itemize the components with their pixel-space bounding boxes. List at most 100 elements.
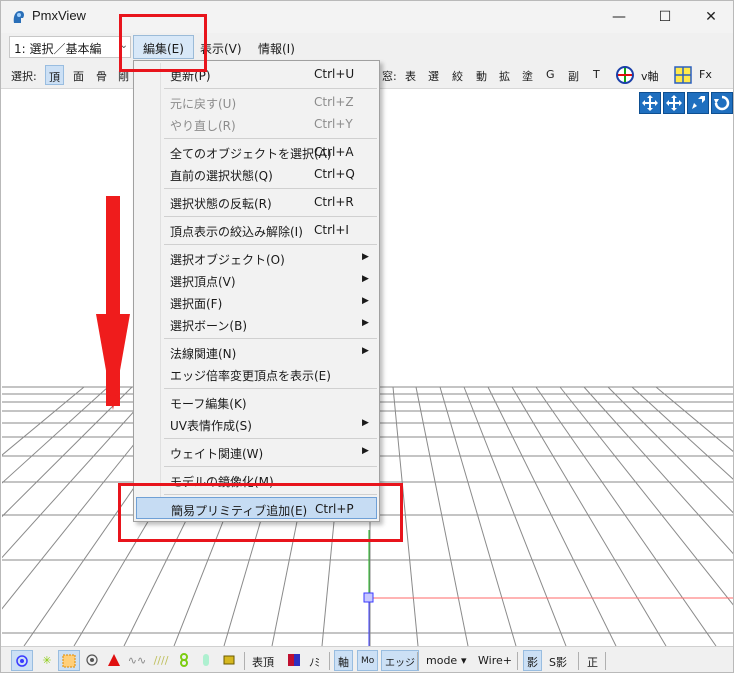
menu-item-invert-selection[interactable]: 選択状態の反転(R) Ctrl+R: [136, 191, 377, 213]
submenu-arrow-icon: ▶: [362, 418, 369, 428]
front-view-button[interactable]: 正: [587, 654, 598, 670]
red-triangle-icon[interactable]: [106, 652, 122, 668]
menu-item-label: 直前の選択状態(Q): [170, 169, 273, 183]
menu-item-label: 選択ボーン(B): [170, 319, 247, 333]
grid-color-icon[interactable]: [673, 65, 693, 85]
select-bone-toggle[interactable]: 骨: [96, 68, 107, 84]
submenu-arrow-icon: ▶: [362, 296, 369, 306]
vertex-display-label[interactable]: 表頂: [252, 654, 274, 670]
wire-toggle[interactable]: Wire+: [478, 654, 512, 667]
menu-separator: [164, 138, 377, 139]
menu-separator: [164, 88, 377, 89]
axis-toggle[interactable]: 軸: [334, 650, 353, 671]
title-bar: PmxView — ☐ ✕: [1, 1, 733, 33]
menu-separator: [164, 388, 377, 389]
menu-bar: 1: 選択／基本編 ⌄ 編集(E) 表示(V) 情報(I): [1, 33, 733, 61]
menu-item-label: エッジ倍率変更頂点を表示(E): [170, 369, 331, 383]
hatch-icon[interactable]: ////: [153, 652, 169, 668]
close-button[interactable]: ✕: [688, 1, 733, 33]
fx-button[interactable]: Fx: [699, 68, 712, 81]
select-vertex-toggle[interactable]: 頂: [45, 65, 64, 85]
mode-dropdown[interactable]: mode: [426, 654, 457, 667]
axis-gizmo-icon[interactable]: [615, 65, 635, 85]
separator: [605, 652, 606, 670]
menu-item-selected-bone[interactable]: 選択ボーン(B) ▶: [136, 313, 377, 335]
menu-item-redo[interactable]: やり直し(R) Ctrl+Y: [136, 113, 377, 135]
window-t-button[interactable]: T: [593, 68, 600, 81]
menu-separator: [164, 466, 377, 467]
annotation-box-add-primitive: [118, 483, 403, 542]
menu-item-clear-vertex-filter[interactable]: 頂点表示の絞込み解除(I) Ctrl+I: [136, 219, 377, 241]
mirror-toggle[interactable]: ﾉﾐ: [309, 654, 320, 670]
menu-item-weight[interactable]: ウェイト関連(W) ▶: [136, 441, 377, 463]
menu-item-label: 選択オブジェクト(O): [170, 253, 285, 267]
window-select-button[interactable]: 選: [428, 68, 439, 84]
bottom-toolbar: ✳ ∿∿ //// 表頂 ﾉﾐ 軸 Mo エッジ mode ▾ Wire+ 影 …: [1, 646, 733, 672]
mo-toggle[interactable]: Mo: [357, 650, 379, 671]
v-axis-button[interactable]: v軸: [641, 68, 659, 84]
menu-item-previous-selection[interactable]: 直前の選択状態(Q) Ctrl+Q: [136, 163, 377, 185]
menu-item-selected-face[interactable]: 選択面(F) ▶: [136, 291, 377, 313]
mode-select[interactable]: 1: 選択／基本編 ⌄: [9, 36, 131, 58]
menu-item-label: モーフ編集(K): [170, 397, 247, 411]
color-swatch-icon[interactable]: [286, 652, 302, 668]
tilt-view-button[interactable]: [687, 92, 709, 114]
edit-menu-dropdown: 更新(P) Ctrl+U 元に戻す(U) Ctrl+Z やり直し(R) Ctrl…: [133, 60, 380, 522]
menu-item-morph-edit[interactable]: モーフ編集(K): [136, 391, 377, 413]
rotate-view-button[interactable]: [711, 92, 733, 114]
menu-item-label: 頂点表示の絞込み解除(I): [170, 225, 303, 239]
window-move-button[interactable]: 動: [476, 68, 487, 84]
edge-toggle[interactable]: エッジ: [381, 650, 419, 671]
menu-item-show-edge-vertices[interactable]: エッジ倍率変更頂点を表示(E): [136, 363, 377, 385]
separator: [517, 652, 518, 670]
mode-dropdown-arrow[interactable]: ▾: [461, 654, 467, 667]
menu-item-label: UV表情作成(S): [170, 419, 252, 433]
menu-item-selected-object[interactable]: 選択オブジェクト(O) ▶: [136, 247, 377, 269]
menu-item-label: 元に戻す(U): [170, 97, 237, 111]
menu-item-uv-morph[interactable]: UV表情作成(S) ▶: [136, 413, 377, 435]
separator: [329, 652, 330, 670]
minimize-button[interactable]: —: [596, 1, 642, 33]
shadow-toggle[interactable]: 影: [523, 650, 542, 671]
separator: [578, 652, 579, 670]
submenu-arrow-icon: ▶: [362, 318, 369, 328]
dotted-square-icon: [62, 654, 76, 668]
self-shadow-toggle[interactable]: S影: [549, 654, 567, 670]
menu-info[interactable]: 情報(I): [249, 35, 304, 59]
circle-dot-icon[interactable]: [84, 652, 100, 668]
joint-icon[interactable]: [221, 652, 237, 668]
select-face-toggle[interactable]: 面: [73, 68, 84, 84]
move-arrows-alt-icon: [666, 95, 682, 111]
menu-item-normals[interactable]: 法線関連(N) ▶: [136, 341, 377, 363]
menu-item-label: 選択頂点(V): [170, 275, 236, 289]
maximize-button[interactable]: ☐: [642, 1, 688, 33]
mode-select-value: 1: 選択／基本編: [14, 42, 102, 56]
move-arrows-icon: [642, 95, 658, 111]
wave-icon[interactable]: ∿∿: [128, 652, 146, 668]
menu-item-label: やり直し(R): [170, 119, 236, 133]
menu-item-select-all[interactable]: 全てのオブジェクトを選択(A) Ctrl+A: [136, 141, 377, 163]
zoom-view-button[interactable]: [663, 92, 685, 114]
submenu-arrow-icon: ▶: [362, 346, 369, 356]
menu-item-selected-vertex[interactable]: 選択頂点(V) ▶: [136, 269, 377, 291]
window-label: 窓:: [382, 70, 397, 83]
pan-view-button[interactable]: [639, 92, 661, 114]
menu-separator: [164, 244, 377, 245]
window-sub-button[interactable]: 副: [568, 68, 579, 84]
sparkle-icon[interactable]: ✳: [39, 652, 55, 668]
window-paint-button[interactable]: 塗: [522, 68, 533, 84]
window-g-button[interactable]: G: [546, 68, 555, 81]
menu-item-undo[interactable]: 元に戻す(U) Ctrl+Z: [136, 91, 377, 113]
vertex-point-toggle[interactable]: [11, 650, 33, 671]
window-filter-button[interactable]: 絞: [452, 68, 463, 84]
window-list-button[interactable]: 表: [405, 68, 416, 84]
menu-item-label: 選択面(F): [170, 297, 223, 311]
window-scale-button[interactable]: 拡: [499, 68, 510, 84]
submenu-arrow-icon: ▶: [362, 252, 369, 262]
mesh-dots-toggle[interactable]: [58, 650, 80, 671]
menu-item-label: 全てのオブジェクトを選択(A): [170, 147, 332, 161]
diagonal-arrow-icon: [692, 96, 705, 109]
rotate-icon: [714, 95, 730, 111]
chain-icon[interactable]: [176, 652, 192, 668]
capsule-icon[interactable]: [198, 652, 214, 668]
